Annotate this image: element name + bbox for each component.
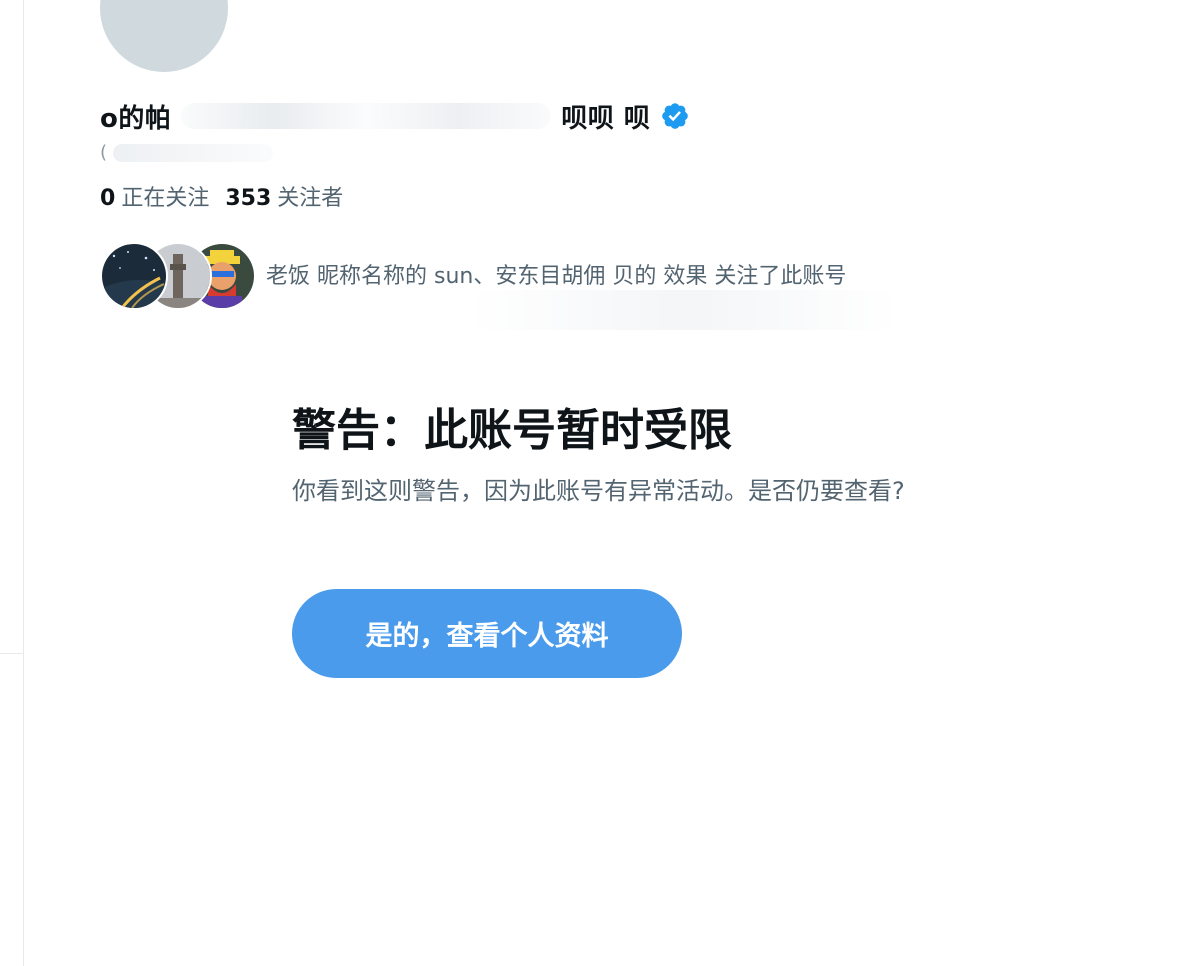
- redacted-name-blur: [181, 103, 552, 129]
- display-name-end: 呗呗 呗: [561, 103, 651, 134]
- verified-badge-icon: [660, 101, 690, 131]
- starry-road-avatar-icon: [100, 242, 168, 310]
- following-label: 正在关注: [121, 186, 210, 211]
- followed-by-text: 老饭 昵称名称的 sun、安东目胡佣 贝的 效果 关注了此账号: [266, 264, 847, 289]
- following-count: 0: [100, 186, 116, 211]
- followed-by-avatars: [100, 240, 256, 310]
- followers-label: 关注者: [277, 186, 344, 211]
- redacted-handle-blur: [113, 143, 274, 162]
- profile-avatar[interactable]: [100, 0, 228, 72]
- display-name-start: o的帕: [100, 103, 172, 134]
- followers-count: 353: [225, 186, 272, 211]
- profile-name-row: o的帕 呗呗 呗: [100, 96, 690, 136]
- profile-handle: (: [100, 142, 108, 163]
- following-link[interactable]: 0 正在关注: [100, 180, 209, 212]
- redacted-followers-blur: [470, 290, 900, 330]
- left-divider: [0, 653, 23, 654]
- restricted-warning: 警告：此账号暂时受限 你看到这则警告，因为此账号有异常活动。是否仍要查看?: [292, 400, 952, 508]
- view-profile-button[interactable]: 是的，查看个人资料: [292, 589, 682, 678]
- profile-handle-row: (: [100, 142, 274, 163]
- followers-link[interactable]: 353 关注者: [225, 180, 343, 212]
- left-border: [23, 0, 24, 966]
- profile-stats: 0 正在关注 353 关注者: [100, 180, 343, 212]
- warning-body: 你看到这则警告，因为此账号有异常活动。是否仍要查看?: [292, 477, 905, 505]
- warning-title: 警告：此账号暂时受限: [292, 405, 732, 456]
